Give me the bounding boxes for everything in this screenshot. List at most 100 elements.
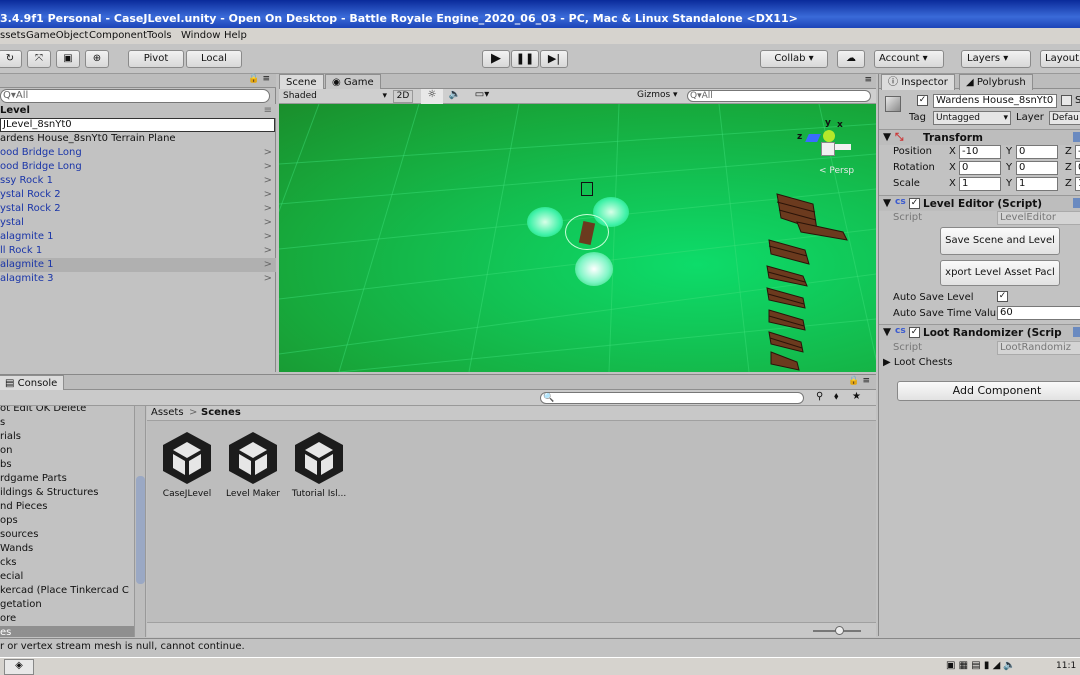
orientation-gizmo[interactable]: y x z < Persp (795, 118, 865, 182)
hierarchy-item[interactable]: ood Bridge Long > (0, 160, 276, 174)
object-name-field[interactable]: Wardens House_8snYt0 (933, 94, 1057, 108)
settings-icon[interactable] (1073, 132, 1080, 142)
position-z-field[interactable]: - (1075, 145, 1080, 159)
local-button[interactable]: Local (186, 50, 242, 68)
chevron-right-icon[interactable]: > (264, 244, 272, 258)
position-x-field[interactable]: -10 (959, 145, 1001, 159)
hierarchy-item[interactable]: alagmite 1 > (0, 230, 276, 244)
folder-item[interactable]: getation (0, 598, 42, 612)
hierarchy-item[interactable]: ll Rock 1 > (0, 244, 276, 258)
position-y-field[interactable]: 0 (1016, 145, 1058, 159)
loot-script-field[interactable]: LootRandomiz (997, 341, 1080, 355)
account-dropdown[interactable]: Account ▾ (874, 50, 944, 68)
folder-item-selected[interactable]: es (0, 626, 134, 637)
hierarchy-item[interactable]: ystal Rock 2 > (0, 202, 276, 216)
icon-size-slider-thumb[interactable] (835, 626, 844, 635)
settings-icon[interactable] (1073, 198, 1080, 208)
rotate-tool-button[interactable]: ↻ (0, 50, 22, 68)
chevron-right-icon[interactable]: > (264, 202, 272, 216)
unity-taskbar-button[interactable]: ◈ (4, 659, 34, 675)
layout-dropdown[interactable]: Layout (1040, 50, 1080, 68)
chevron-right-icon[interactable]: > (264, 258, 272, 272)
hierarchy-item[interactable]: alagmite 3 > (0, 272, 276, 286)
pause-button[interactable]: ❚❚ (511, 50, 539, 68)
menu-window[interactable]: Window (181, 30, 220, 41)
project-search-input[interactable]: 🔍 (540, 392, 804, 404)
light-orb[interactable] (527, 207, 563, 237)
auto-save-checkbox[interactable]: ✓ (997, 291, 1008, 302)
chevron-right-icon[interactable]: > (264, 216, 272, 230)
rect-tool-button[interactable]: ▣ (56, 50, 80, 68)
axis-y-cone[interactable] (823, 130, 835, 142)
scale-tool-button[interactable]: ⤧ (27, 50, 51, 68)
menu-assets[interactable]: ssets (0, 30, 26, 41)
chevron-right-icon[interactable]: > (264, 146, 272, 160)
hierarchy-item[interactable]: alagmite 1 > (0, 258, 276, 272)
foldout-icon[interactable]: ▼ (883, 326, 891, 338)
chevron-right-icon[interactable]: > (264, 230, 272, 244)
cloud-button[interactable]: ☁ (837, 50, 865, 68)
tab-inspector[interactable]: ⓘ Inspector (881, 74, 955, 90)
folder-item[interactable]: ecial (0, 570, 23, 584)
panel-menu-icon[interactable]: ≡ (864, 75, 872, 85)
folder-item[interactable]: s (0, 416, 5, 430)
effects-dropdown[interactable]: ▭▾ (469, 89, 495, 104)
scene-viewport[interactable]: y x z < Persp (279, 104, 876, 372)
chevron-right-icon[interactable]: > (264, 160, 272, 174)
level-editor-header[interactable]: ▼ cs ✓ Level Editor (Script) (879, 195, 1080, 211)
gizmo-center-cube[interactable] (821, 142, 835, 156)
tag-dropdown[interactable]: Untagged ▾ (933, 111, 1011, 125)
loot-randomizer-enabled-checkbox[interactable]: ✓ (909, 327, 920, 338)
filter-type-icon[interactable]: ⚲ (816, 391, 823, 402)
loot-chests-foldout[interactable]: ▶ Loot Chests (883, 357, 952, 368)
transform-tool-button[interactable]: ⊕ (85, 50, 109, 68)
loot-randomizer-header[interactable]: ▼ cs ✓ Loot Randomizer (Scrip (879, 324, 1080, 340)
tab-game[interactable]: ◉ Game (325, 74, 381, 90)
layer-dropdown[interactable]: Defau (1049, 111, 1080, 125)
transform-header[interactable]: ▼ ⤡ Transform (879, 129, 1080, 145)
menu-help[interactable]: Help (224, 30, 247, 41)
folder-item[interactable]: bs (0, 458, 12, 472)
folder-item[interactable]: kercad (Place Tinkercad C (0, 584, 129, 598)
collab-button[interactable]: Collab ▾ (760, 50, 828, 68)
folder-item[interactable]: on (0, 444, 12, 458)
chevron-right-icon[interactable]: > (264, 188, 272, 202)
axis-z-cone[interactable] (805, 134, 821, 142)
folder-item[interactable]: sources (0, 528, 38, 542)
tray-icons[interactable]: ▣ ▦ ▤ ▮ ◢ 🔈 (946, 660, 1016, 671)
auto-save-time-field[interactable]: 60 (997, 306, 1080, 320)
camera-gizmo[interactable] (581, 182, 593, 196)
hierarchy-item[interactable]: ood Bridge Long > (0, 146, 276, 160)
pivot-button[interactable]: Pivot (128, 50, 184, 68)
chevron-right-icon[interactable]: > (264, 174, 272, 188)
folder-item[interactable]: ore (0, 612, 16, 626)
folder-item[interactable]: nd Pieces (0, 500, 47, 514)
scale-y-field[interactable]: 1 (1016, 177, 1058, 191)
lighting-toggle[interactable]: ☼ (421, 89, 443, 104)
add-component-button[interactable]: Add Component (897, 381, 1080, 401)
hierarchy-item[interactable]: ardens House_8snYt0 Terrain Plane (0, 132, 276, 146)
bridge-model[interactable] (757, 174, 876, 372)
save-scene-level-button[interactable]: Save Scene and Level (940, 227, 1060, 255)
lock-icon[interactable]: 🔒 ≡ (848, 376, 870, 386)
light-orb[interactable] (575, 252, 613, 286)
persp-label[interactable]: < Persp (819, 166, 854, 176)
scale-x-field[interactable]: 1 (959, 177, 1001, 191)
axis-x-neg[interactable] (835, 144, 851, 150)
rotation-x-field[interactable]: 0 (959, 161, 1001, 175)
folder-scrollbar[interactable] (134, 406, 145, 637)
folder-item[interactable]: ildings & Structures (0, 486, 98, 500)
hierarchy-search-input[interactable]: Q▾All (0, 89, 270, 103)
filter-label-icon[interactable]: ⬧ (834, 391, 839, 402)
chevron-right-icon[interactable]: > (264, 272, 272, 286)
menu-icon[interactable]: ≡ (264, 104, 272, 118)
mode-2d-toggle[interactable]: 2D (393, 90, 413, 103)
folder-item[interactable]: cks (0, 556, 17, 570)
tab-scene[interactable]: Scene (279, 74, 324, 90)
breadcrumb-assets[interactable]: Assets (151, 406, 184, 420)
foldout-icon[interactable]: ▼ (883, 197, 891, 209)
level-editor-enabled-checkbox[interactable]: ✓ (909, 198, 920, 209)
audio-toggle[interactable]: 🔈 (445, 89, 465, 104)
play-button[interactable]: ▶ (482, 50, 510, 68)
folder-item[interactable]: Wands (0, 542, 33, 556)
